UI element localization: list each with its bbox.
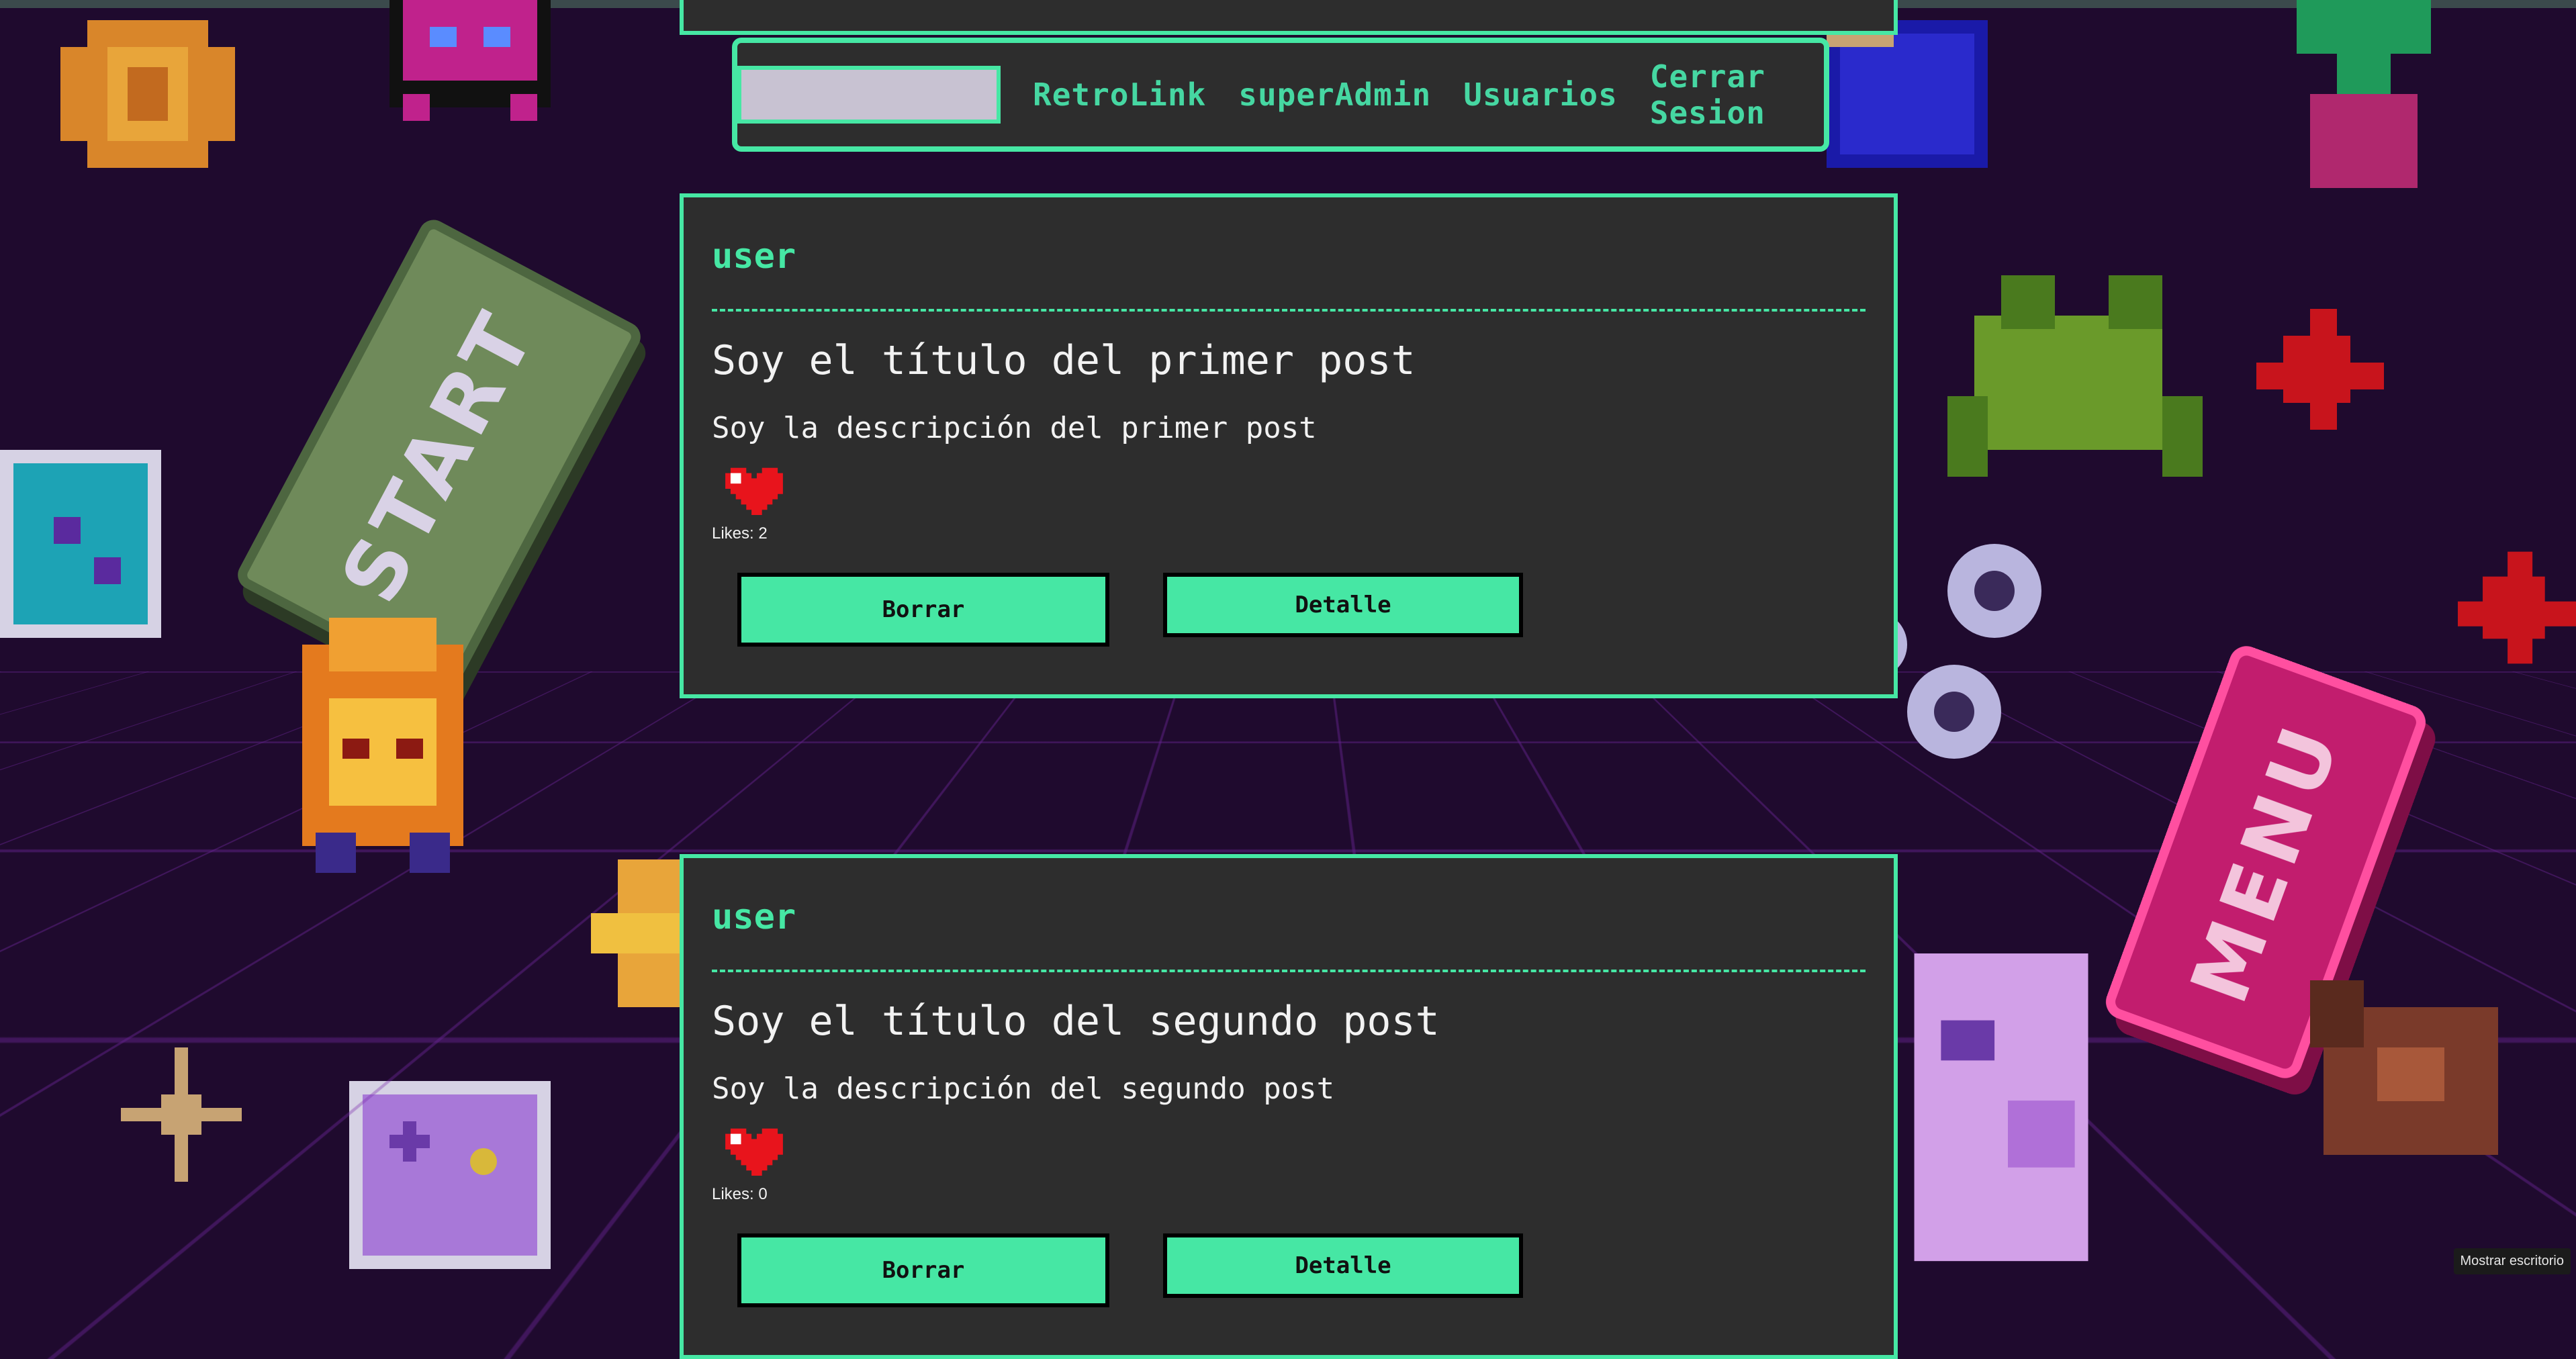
coin-sprite (60, 20, 235, 168)
cat-sprite (1914, 953, 2088, 1262)
gamepad-sprite (349, 1081, 551, 1269)
start-sign-text: START (324, 294, 555, 618)
frog-sprite (1947, 275, 2203, 477)
delete-button[interactable]: Borrar (737, 573, 1109, 647)
post-actions: Borrar Detalle (712, 1233, 1866, 1307)
ghost-sprite (0, 450, 161, 638)
nav-link-superadmin[interactable]: superAdmin (1238, 77, 1431, 113)
heart-icon (725, 467, 783, 515)
star-sprite (121, 1047, 242, 1182)
like-button[interactable] (725, 1123, 783, 1181)
post-author: user (712, 236, 796, 277)
post-card: user Soy el título del segundo post Soy … (680, 854, 1898, 1359)
nav-link-usuarios[interactable]: Usuarios (1463, 77, 1618, 113)
red-splat-sprite (2256, 309, 2384, 430)
plant-sprite (2297, 0, 2431, 188)
post-author: user (712, 897, 796, 937)
detail-button[interactable]: Detalle (1163, 573, 1523, 637)
fire-sprite (302, 618, 463, 873)
nav-link-cerrar-sesion[interactable]: Cerrar Sesion (1650, 58, 1824, 131)
post-title: Soy el título del primer post (712, 337, 1416, 384)
previous-post-card-edge (680, 0, 1898, 35)
like-button[interactable] (725, 463, 783, 520)
post-title: Soy el título del segundo post (712, 998, 1440, 1045)
dog-sprite (2310, 980, 2498, 1155)
post-divider (712, 309, 1866, 312)
post-description: Soy la descripción del segundo post (712, 1072, 1335, 1106)
post-card: user Soy el título del primer post Soy l… (680, 193, 1898, 698)
heart-icon (725, 1128, 783, 1176)
octopus-sprite (389, 0, 551, 121)
search-input[interactable] (737, 66, 1001, 124)
post-description: Soy la descripción del primer post (712, 411, 1317, 445)
navbar: RetroLink superAdmin Usuarios Cerrar Ses… (732, 38, 1829, 152)
show-desktop-tooltip: Mostrar escritorio (2453, 1248, 2571, 1274)
likes-count: Likes: 2 (712, 524, 768, 543)
post-divider (712, 970, 1866, 972)
nav-link-retrolink[interactable]: RetroLink (1033, 77, 1206, 113)
likes-count: Likes: 0 (712, 1185, 768, 1203)
post-actions: Borrar Detalle (712, 573, 1866, 647)
delete-button[interactable]: Borrar (737, 1233, 1109, 1307)
red-splat-sprite-2 (2458, 551, 2576, 664)
detail-button[interactable]: Detalle (1163, 1233, 1523, 1298)
